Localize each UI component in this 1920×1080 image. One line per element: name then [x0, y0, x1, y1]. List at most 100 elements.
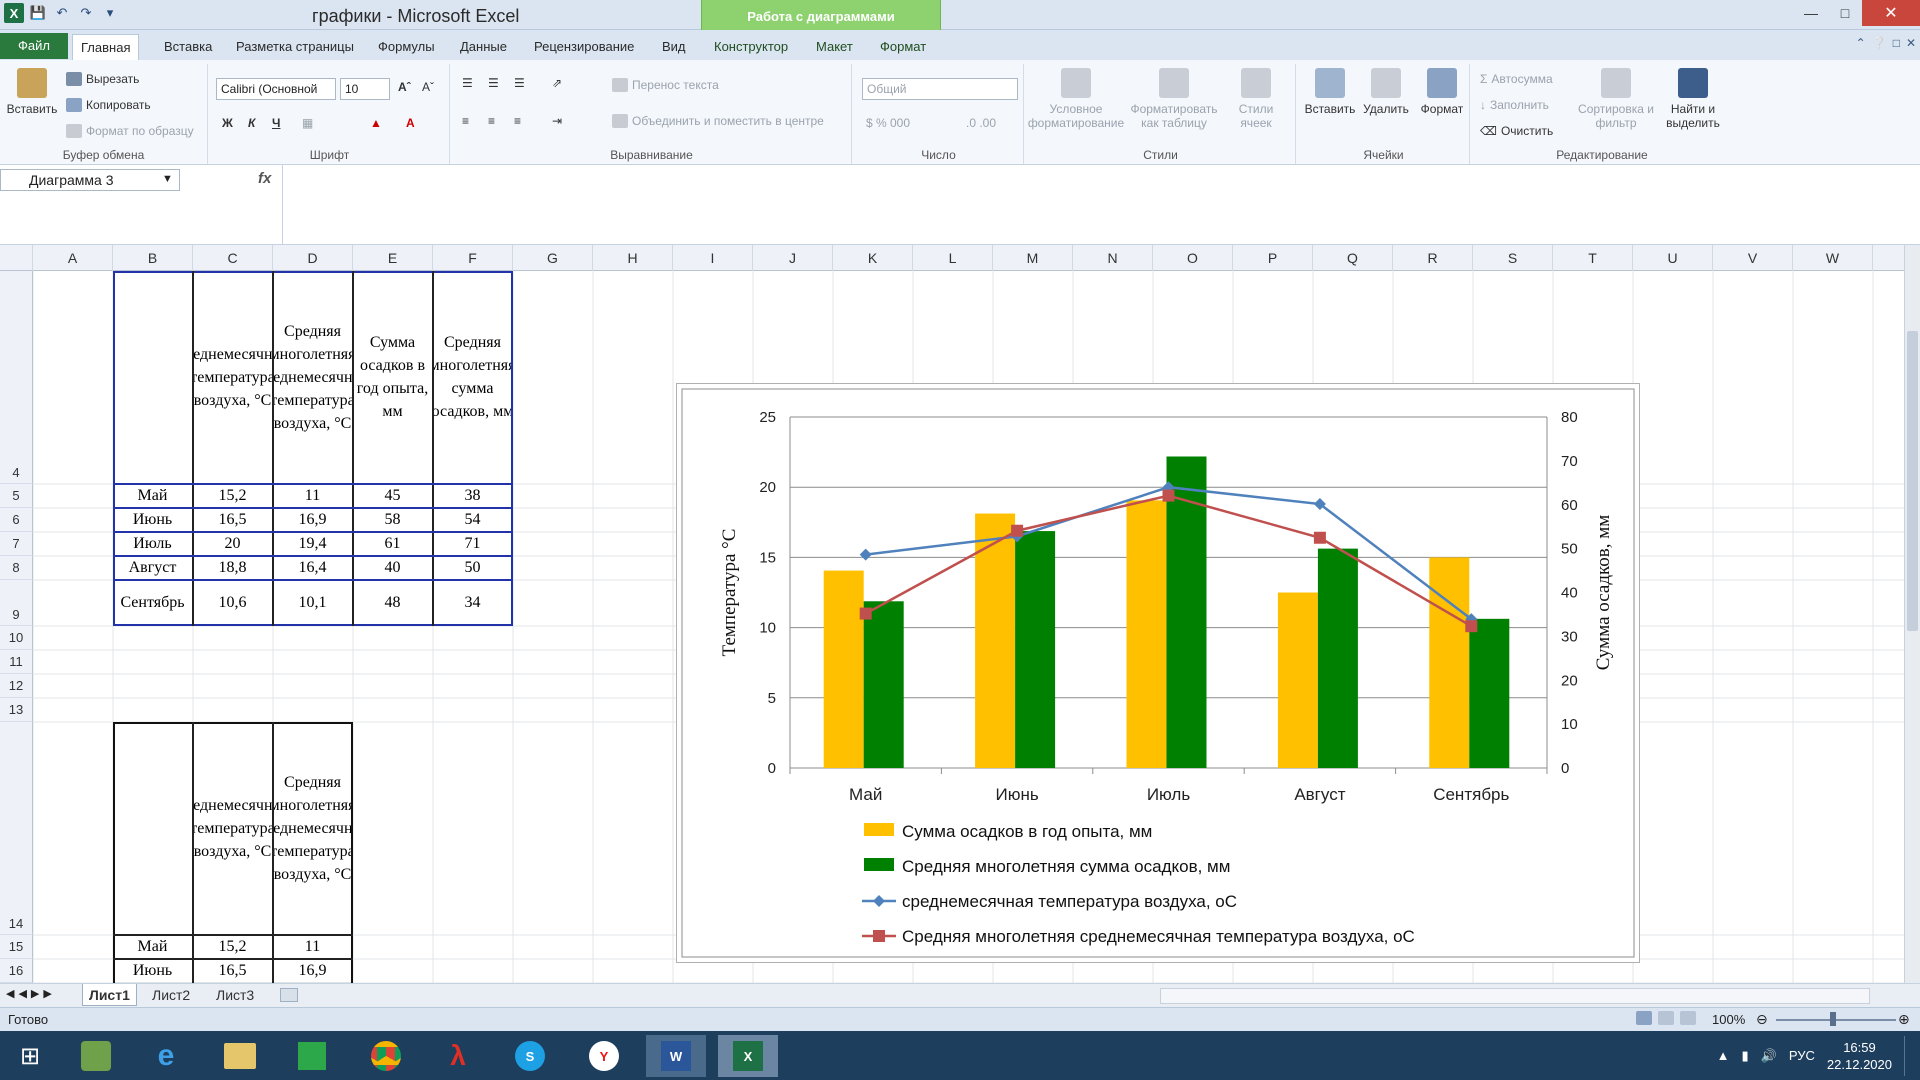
column-header-f[interactable]: F [433, 245, 513, 271]
table1-header-cell[interactable] [113, 271, 193, 484]
italic-button[interactable]: К [248, 116, 255, 130]
tab-data[interactable]: Данные [452, 34, 515, 60]
table1-value-cell[interactable]: 58 [353, 508, 433, 532]
new-sheet-icon[interactable] [280, 988, 298, 1002]
bold-button[interactable]: Ж [222, 116, 233, 130]
column-header-p[interactable]: P [1233, 245, 1313, 271]
decimal-icon[interactable]: .0 .00 [966, 116, 996, 130]
align-middle-icon[interactable]: ☰ [488, 76, 499, 90]
excel-taskbar-icon[interactable]: X [718, 1035, 778, 1077]
fill-color-icon[interactable]: ▲ [370, 116, 382, 130]
tray-arrow-icon[interactable]: ▲ [1717, 1048, 1730, 1063]
column-header-c[interactable]: C [193, 245, 273, 271]
column-header-e[interactable]: E [353, 245, 433, 271]
column-header-t[interactable]: T [1553, 245, 1633, 271]
column-header-o[interactable]: O [1153, 245, 1233, 271]
column-header-k[interactable]: K [833, 245, 913, 271]
minimize-icon[interactable]: — [1794, 0, 1828, 26]
table1-value-cell[interactable]: 16,4 [273, 556, 353, 580]
table1-value-cell[interactable]: 18,8 [193, 556, 273, 580]
column-header-l[interactable]: L [913, 245, 993, 271]
table1-header-cell[interactable]: Средняя многолетняя сумма осадков, мм [433, 271, 513, 484]
cut-button[interactable]: Вырезать [66, 72, 139, 86]
autosum-button[interactable]: Σ Автосумма [1480, 72, 1553, 86]
row-header-8[interactable]: 8 [0, 556, 33, 580]
formula-input[interactable] [290, 171, 1890, 191]
column-header-r[interactable]: R [1393, 245, 1473, 271]
row-header-13[interactable]: 13 [0, 698, 33, 722]
table2-month-cell[interactable]: Июнь [113, 959, 193, 983]
restore-workbook-icon[interactable]: □ [1893, 36, 1900, 50]
wrap-text-button[interactable]: Перенос текста [612, 78, 719, 92]
align-right-icon[interactable]: ≡ [514, 114, 521, 128]
row-header-15[interactable]: 15 [0, 935, 33, 959]
help-icon[interactable]: ❔ [1872, 36, 1887, 50]
table2-value-cell[interactable]: 16,9 [273, 959, 353, 983]
paste-button[interactable]: Вставить [4, 68, 60, 116]
redo-icon[interactable]: ↷ [76, 3, 96, 23]
delete-cells-button[interactable]: Удалить [1358, 68, 1414, 116]
acrobat-icon[interactable]: λ [428, 1035, 488, 1077]
zoom-slider[interactable] [1776, 1019, 1896, 1021]
find-select-button[interactable]: Найти и выделить [1656, 68, 1730, 130]
tab-review[interactable]: Рецензирование [526, 34, 642, 60]
table1-value-cell[interactable]: 34 [433, 580, 513, 626]
tab-file[interactable]: Файл [0, 33, 68, 59]
tab-chart-design[interactable]: Конструктор [706, 34, 796, 60]
font-color-icon[interactable]: A [406, 116, 415, 130]
column-header-m[interactable]: M [993, 245, 1073, 271]
font-name-combo[interactable]: Calibri (Основной [216, 78, 336, 100]
column-header-d[interactable]: D [273, 245, 353, 271]
sheet-tab-2[interactable]: Лист2 [146, 984, 196, 1006]
column-header-i[interactable]: I [673, 245, 753, 271]
zoom-slider-thumb[interactable] [1830, 1012, 1836, 1026]
name-box[interactable]: Диаграмма 3 [0, 169, 180, 191]
control-panel-icon[interactable] [66, 1035, 126, 1077]
collapse-ribbon-icon[interactable]: ⌃ [1856, 36, 1866, 50]
table1-value-cell[interactable]: 20 [193, 532, 273, 556]
name-box-dropdown-icon[interactable]: ▼ [162, 173, 173, 185]
table1-value-cell[interactable]: 10,1 [273, 580, 353, 626]
tab-insert[interactable]: Вставка [156, 34, 220, 60]
tab-page-layout[interactable]: Разметка страницы [228, 34, 362, 60]
row-header-4[interactable]: 4 [0, 271, 33, 484]
column-header-n[interactable]: N [1073, 245, 1153, 271]
skype-icon[interactable]: S [500, 1035, 560, 1077]
tab-chart-format[interactable]: Формат [872, 34, 934, 60]
file-explorer-icon[interactable] [210, 1035, 270, 1077]
vertical-scroll-thumb[interactable] [1907, 331, 1918, 631]
show-desktop-button[interactable] [1904, 1035, 1910, 1076]
insert-function-icon[interactable]: fx [258, 170, 271, 187]
sheet-nav-arrows-icon[interactable]: ◀◀▶▶ [6, 987, 56, 1000]
table1-value-cell[interactable]: 50 [433, 556, 513, 580]
table1-value-cell[interactable]: 10,6 [193, 580, 273, 626]
table2-header-cell[interactable] [113, 722, 193, 935]
align-bottom-icon[interactable]: ☰ [514, 76, 525, 90]
clock[interactable]: 16:59 22.12.2020 [1827, 1039, 1892, 1073]
sheet-tab-1[interactable]: Лист1 [82, 984, 137, 1006]
align-top-icon[interactable]: ☰ [462, 76, 473, 90]
format-painter-button[interactable]: Формат по образцу [66, 124, 194, 138]
zoom-out-icon[interactable]: ⊖ [1756, 1011, 1768, 1028]
column-header-v[interactable]: V [1713, 245, 1793, 271]
table1-value-cell[interactable]: 40 [353, 556, 433, 580]
customize-qat-icon[interactable]: ▾ [100, 3, 120, 23]
table2-header-cell[interactable]: среднемесячная температура воздуха, °С [193, 722, 273, 935]
number-format-combo[interactable]: Общий [862, 78, 1018, 100]
undo-icon[interactable]: ↶ [52, 3, 72, 23]
tab-formulas[interactable]: Формулы [370, 34, 443, 60]
table1-value-cell[interactable]: 11 [273, 484, 353, 508]
table1-value-cell[interactable]: 61 [353, 532, 433, 556]
shrink-font-icon[interactable]: Aˇ [422, 80, 434, 94]
table1-month-cell[interactable]: Август [113, 556, 193, 580]
column-header-a[interactable]: A [33, 245, 113, 271]
maximize-icon[interactable]: □ [1828, 0, 1862, 26]
fill-button[interactable]: ↓ Заполнить [1480, 98, 1549, 112]
table2-value-cell[interactable]: 15,2 [193, 935, 273, 959]
table2-value-cell[interactable]: 16,5 [193, 959, 273, 983]
normal-view-icon[interactable] [1636, 1011, 1652, 1025]
clear-button[interactable]: ⌫ Очистить [1480, 124, 1553, 138]
table1-month-cell[interactable]: Июль [113, 532, 193, 556]
table1-value-cell[interactable]: 15,2 [193, 484, 273, 508]
column-header-w[interactable]: W [1793, 245, 1873, 271]
